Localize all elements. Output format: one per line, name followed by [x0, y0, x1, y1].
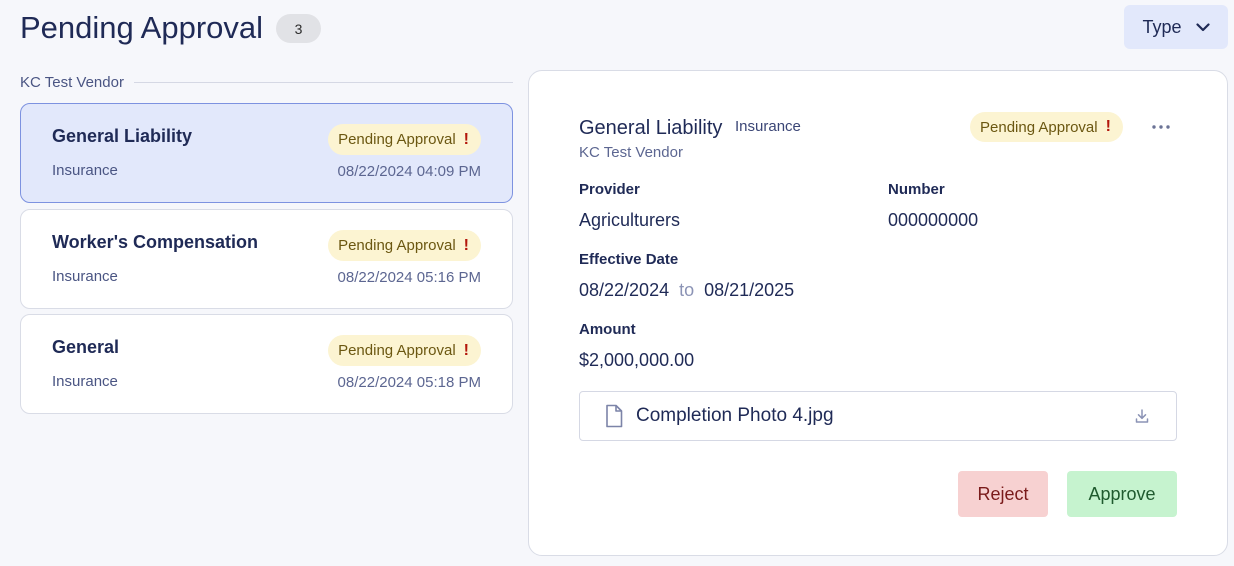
item-category: Insurance [52, 162, 118, 179]
amount-label: Amount [579, 321, 636, 338]
list-item[interactable]: Worker's Compensation Insurance Pending … [20, 209, 513, 309]
item-date: 08/22/2024 05:18 PM [337, 374, 481, 391]
detail-type: Insurance [735, 118, 801, 135]
exclamation-icon: ! [1105, 118, 1111, 135]
number-label: Number [888, 181, 945, 198]
effective-date-label: Effective Date [579, 251, 679, 268]
item-date: 08/22/2024 04:09 PM [337, 163, 481, 180]
item-date: 08/22/2024 05:16 PM [337, 269, 481, 286]
number-value: 000000000 [888, 210, 979, 230]
range-separator: to [679, 280, 695, 300]
exclamation-icon: ! [463, 341, 469, 359]
type-filter-button[interactable]: Type [1124, 5, 1228, 49]
detail-title: General Liability [579, 117, 723, 139]
item-title: General [52, 337, 120, 357]
more-horizontal-icon[interactable] [1151, 117, 1171, 137]
item-title: Worker's Compensation [52, 232, 258, 252]
exclamation-icon: ! [463, 130, 469, 148]
status-badge: Pending Approval ! [328, 124, 481, 155]
effective-from: 08/22/2024 [579, 280, 670, 300]
attachment-name: Completion Photo 4.jpg [636, 405, 834, 426]
exclamation-icon: ! [463, 236, 469, 254]
effective-date-range: 08/22/2024 to 08/21/2025 [579, 280, 794, 301]
provider-value: Agriculturers [579, 210, 681, 230]
status-label: Pending Approval [338, 342, 456, 359]
item-category: Insurance [52, 268, 118, 285]
list-item[interactable]: General Insurance Pending Approval ! 08/… [20, 314, 513, 414]
status-label: Pending Approval [980, 118, 1098, 136]
pending-count-badge: 3 [276, 14, 321, 43]
attachment-row[interactable]: Completion Photo 4.jpg [579, 391, 1177, 441]
list-item[interactable]: General Liability Insurance Pending Appr… [20, 103, 513, 203]
item-category: Insurance [52, 373, 118, 390]
type-filter-label: Type [1142, 16, 1182, 37]
status-label: Pending Approval [338, 131, 456, 148]
detail-vendor: KC Test Vendor [579, 144, 683, 161]
detail-panel: General Liability Insurance KC Test Vend… [528, 70, 1228, 556]
reject-button[interactable]: Reject [958, 471, 1048, 517]
status-badge: Pending Approval ! [328, 230, 481, 261]
status-badge: Pending Approval ! [328, 335, 481, 366]
file-icon [604, 404, 624, 428]
vendor-group-label: KC Test Vendor [20, 73, 124, 91]
page-title: Pending Approval [20, 10, 264, 45]
amount-value: $2,000,000.00 [579, 350, 695, 370]
status-badge: Pending Approval ! [970, 112, 1123, 142]
item-title: General Liability [52, 126, 193, 146]
approve-button[interactable]: Approve [1067, 471, 1177, 517]
status-label: Pending Approval [338, 237, 456, 254]
chevron-down-icon [1195, 22, 1210, 32]
vendor-group-header: KC Test Vendor [20, 72, 513, 92]
download-icon[interactable] [1134, 408, 1150, 424]
provider-label: Provider [579, 181, 640, 198]
effective-to: 08/21/2025 [704, 280, 795, 300]
divider [133, 81, 513, 83]
